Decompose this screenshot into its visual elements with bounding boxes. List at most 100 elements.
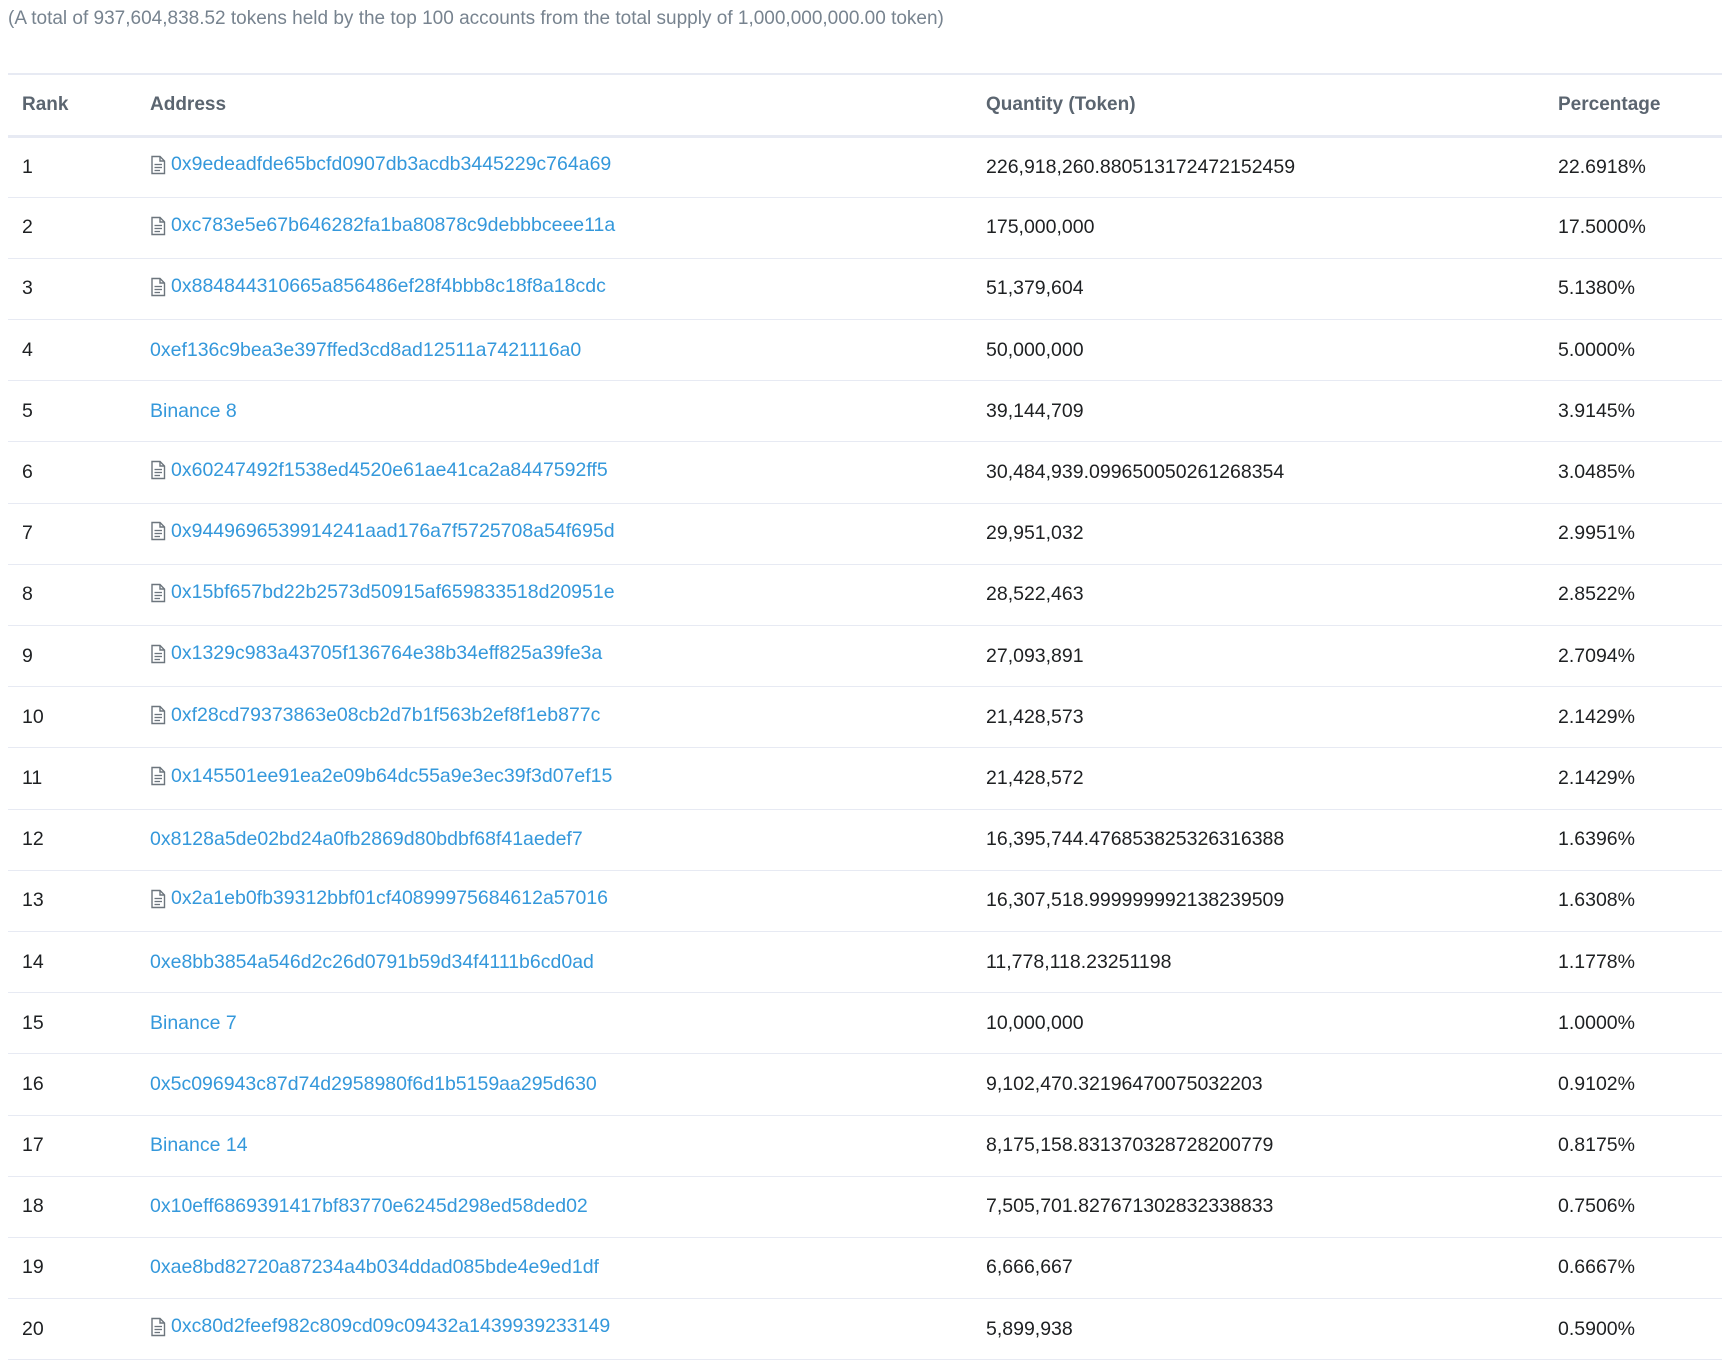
percentage-cell: 2.7094%: [1558, 644, 1635, 667]
address-text: 0x15bf657bd22b2573d50915af659833518d2095…: [171, 581, 615, 604]
table-row: 18 0x10eff6869391417bf83770e6245d298ed58…: [8, 1176, 1722, 1238]
address-text: 0xae8bd82720a87234a4b034ddad085bde4e9ed1…: [150, 1256, 599, 1279]
rank-cell: 18: [22, 1195, 44, 1218]
rank-cell: 14: [22, 950, 44, 973]
contract-file-icon: [150, 1317, 166, 1337]
address-link[interactable]: 0xf28cd79373863e08cb2d7b1f563b2ef8f1eb87…: [150, 704, 600, 727]
address-text: 0x9edeadfde65bcfd0907db3acdb3445229c764a…: [171, 153, 612, 176]
table-row: 8 0x15bf657bd22b2573d50915af659833518d20…: [8, 564, 1722, 626]
quantity-cell: 8,175,158.831370328728200779: [986, 1134, 1274, 1157]
percentage-cell: 1.6308%: [1558, 889, 1635, 912]
address-cell: 0xe8bb3854a546d2c26d0791b59d34f4111b6cd0…: [150, 931, 986, 992]
address-link[interactable]: Binance 14: [150, 1134, 248, 1157]
quantity-cell: 5,899,938: [986, 1317, 1073, 1340]
address-text: 0xf28cd79373863e08cb2d7b1f563b2ef8f1eb87…: [171, 703, 601, 726]
address-link[interactable]: 0xae8bd82720a87234a4b034ddad085bde4e9ed1…: [150, 1256, 599, 1279]
quantity-cell: 28,522,463: [986, 583, 1084, 606]
percentage-cell: 5.0000%: [1558, 338, 1635, 361]
percentage-cell: 2.1429%: [1558, 705, 1635, 728]
rank-cell: 9: [22, 644, 33, 667]
address-link[interactable]: 0x8128a5de02bd24a0fb2869d80bdbf68f41aede…: [150, 828, 583, 851]
quantity-cell: 39,144,709: [986, 399, 1084, 422]
quantity-cell: 226,918,260.880513172472152459: [986, 155, 1296, 178]
address-text: 0x145501ee91ea2e09b64dc55a9e3ec39f3d07ef…: [171, 764, 613, 787]
quantity-cell: 27,093,891: [986, 644, 1084, 667]
percentage-cell: 1.0000%: [1558, 1011, 1635, 1034]
address-text: Binance 7: [150, 1011, 237, 1034]
address-text: 0x8128a5de02bd24a0fb2869d80bdbf68f41aede…: [150, 828, 583, 851]
address-link[interactable]: 0x884844310665a856486ef28f4bbb8c18f8a18c…: [150, 275, 606, 298]
address-link[interactable]: 0x9edeadfde65bcfd0907db3acdb3445229c764a…: [150, 153, 611, 176]
address-link[interactable]: 0x2a1eb0fb39312bbf01cf40899975684612a570…: [150, 887, 608, 910]
contract-file-icon: [150, 583, 166, 603]
address-cell: 0x8128a5de02bd24a0fb2869d80bdbf68f41aede…: [150, 809, 986, 870]
rank-cell: 13: [22, 889, 44, 912]
quantity-cell: 21,428,572: [986, 766, 1084, 789]
contract-file-icon: [150, 277, 166, 297]
rank-cell: 11: [22, 766, 43, 789]
address-cell: 0xef136c9bea3e397ffed3cd8ad12511a7421116…: [150, 320, 986, 381]
table-row: 13 0x2a1eb0fb39312bbf01cf40899975684612a…: [8, 870, 1722, 932]
rank-cell: 3: [22, 277, 33, 300]
quantity-cell: 51,379,604: [986, 277, 1084, 300]
table-row: 11 0x145501ee91ea2e09b64dc55a9e3ec39f3d0…: [8, 748, 1722, 810]
rank-cell: 19: [22, 1256, 44, 1279]
percentage-cell: 17.5000%: [1558, 216, 1646, 239]
address-link[interactable]: 0x15bf657bd22b2573d50915af659833518d2095…: [150, 581, 615, 604]
contract-file-icon: [150, 460, 166, 480]
quantity-cell: 50,000,000: [986, 338, 1084, 361]
table-row: 6 0x60247492f1538ed4520e61ae41ca2a844759…: [8, 442, 1722, 504]
rank-cell: 16: [22, 1072, 44, 1095]
quantity-cell: 9,102,470.32196470075032203: [986, 1072, 1263, 1095]
percentage-column-header: Percentage: [1558, 93, 1661, 115]
table-row: 14 0xe8bb3854a546d2c26d0791b59d34f4111b6…: [8, 931, 1722, 993]
table-row: 1 0x9edeadfde65bcfd0907db3acdb3445229c76…: [8, 136, 1722, 198]
address-link[interactable]: 0x145501ee91ea2e09b64dc55a9e3ec39f3d07ef…: [150, 765, 612, 788]
address-text: 0xe8bb3854a546d2c26d0791b59d34f4111b6cd0…: [150, 950, 594, 973]
address-link[interactable]: 0xc783e5e67b646282fa1ba80878c9debbbceee1…: [150, 214, 615, 237]
address-link[interactable]: 0x60247492f1538ed4520e61ae41ca2a8447592f…: [150, 459, 608, 482]
percentage-cell: 2.1429%: [1558, 766, 1635, 789]
percentage-cell: 0.6667%: [1558, 1256, 1635, 1279]
address-cell: 0xae8bd82720a87234a4b034ddad085bde4e9ed1…: [150, 1237, 986, 1298]
contract-file-icon: [150, 216, 166, 236]
address-cell: 0x9449696539914241aad176a7f5725708a54f69…: [150, 503, 986, 564]
address-cell: Binance 7: [150, 993, 986, 1054]
table-row: 12 0x8128a5de02bd24a0fb2869d80bdbf68f41a…: [8, 809, 1722, 871]
table-row: 9 0x1329c983a43705f136764e38b34eff825a39…: [8, 626, 1722, 687]
address-link[interactable]: 0x9449696539914241aad176a7f5725708a54f69…: [150, 520, 615, 543]
address-link[interactable]: 0xe8bb3854a546d2c26d0791b59d34f4111b6cd0…: [150, 951, 594, 974]
quantity-cell: 175,000,000: [986, 216, 1095, 239]
address-text: 0x10eff6869391417bf83770e6245d298ed58ded…: [150, 1195, 588, 1218]
address-link[interactable]: 0xef136c9bea3e397ffed3cd8ad12511a7421116…: [150, 339, 581, 362]
address-cell: 0x15bf657bd22b2573d50915af659833518d2095…: [150, 564, 986, 625]
rank-cell: 12: [22, 828, 44, 851]
address-link[interactable]: 0xc80d2feef982c809cd09c09432a14399392331…: [150, 1315, 610, 1338]
address-link[interactable]: 0x1329c983a43705f136764e38b34eff825a39fe…: [150, 642, 602, 665]
address-cell: Binance 8: [150, 381, 986, 442]
address-link[interactable]: Binance 7: [150, 1012, 237, 1035]
percentage-cell: 5.1380%: [1558, 277, 1635, 300]
table-row: 15 Binance 7 10,000,000 1.0000%: [8, 993, 1722, 1054]
table-row: 19 0xae8bd82720a87234a4b034ddad085bde4e9…: [8, 1237, 1722, 1299]
address-text: 0x884844310665a856486ef28f4bbb8c18f8a18c…: [171, 275, 606, 298]
quantity-cell: 6,666,667: [986, 1256, 1073, 1279]
address-text: 0x5c096943c87d74d2958980f6d1b5159aa295d6…: [150, 1072, 597, 1095]
percentage-cell: 0.7506%: [1558, 1195, 1635, 1218]
table-row: 4 0xef136c9bea3e397ffed3cd8ad12511a74211…: [8, 320, 1722, 381]
table-header: Rank Address Quantity (Token) Percentage: [8, 74, 1722, 136]
contract-file-icon: [150, 155, 166, 175]
rank-cell: 8: [22, 583, 33, 606]
percentage-cell: 0.8175%: [1558, 1134, 1635, 1157]
address-link[interactable]: 0x5c096943c87d74d2958980f6d1b5159aa295d6…: [150, 1073, 597, 1096]
address-link[interactable]: 0x10eff6869391417bf83770e6245d298ed58ded…: [150, 1195, 588, 1218]
address-cell: 0x5c096943c87d74d2958980f6d1b5159aa295d6…: [150, 1054, 986, 1115]
table-row: 10 0xf28cd79373863e08cb2d7b1f563b2ef8f1e…: [8, 687, 1722, 748]
address-cell: 0x60247492f1538ed4520e61ae41ca2a8447592f…: [150, 442, 986, 503]
percentage-cell: 0.5900%: [1558, 1317, 1635, 1340]
contract-file-icon: [150, 889, 166, 909]
percentage-cell: 3.0485%: [1558, 461, 1635, 484]
address-link[interactable]: Binance 8: [150, 400, 237, 423]
table-row: 3 0x884844310665a856486ef28f4bbb8c18f8a1…: [8, 258, 1722, 320]
table-row: 5 Binance 8 39,144,709 3.9145%: [8, 381, 1722, 442]
